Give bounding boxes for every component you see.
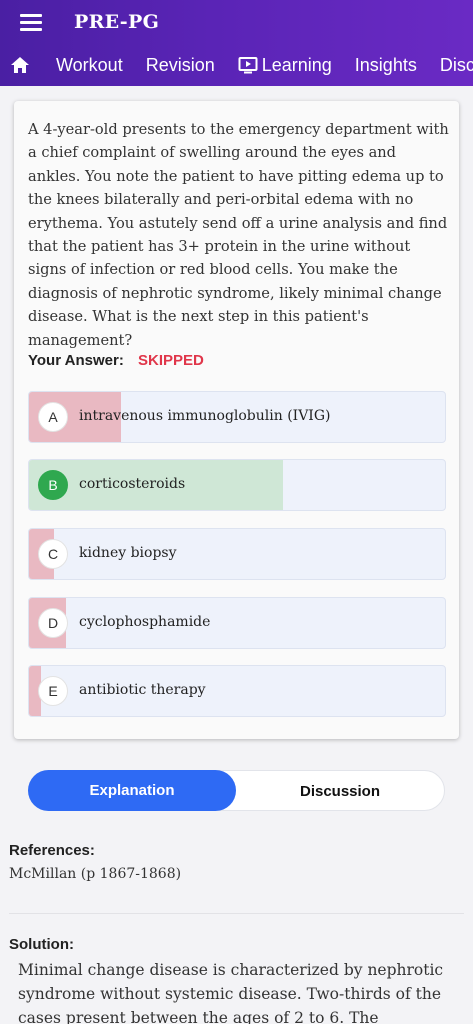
divider	[9, 913, 464, 914]
references-title: References:	[9, 842, 95, 859]
solution-text: Minimal change disease is characterized …	[18, 961, 444, 1024]
option-b-text: corticosteroids	[79, 476, 186, 492]
option-d-letter: D	[38, 608, 68, 638]
nav-insights-label: Insights	[354, 54, 417, 75]
your-answer-label: Your Answer:	[28, 352, 124, 369]
app-title: PRE-PG	[74, 11, 160, 33]
your-answer-status: SKIPPED	[138, 352, 204, 369]
option-c[interactable]: C kidney biopsy	[28, 528, 446, 580]
your-answer: Your Answer: SKIPPED	[28, 352, 204, 369]
references-text: McMillan (p 1867-1868)	[9, 866, 182, 882]
explanation-discussion-tabs: Explanation Discussion	[28, 770, 445, 811]
option-b[interactable]: B corticosteroids	[28, 459, 446, 511]
nav-learning-label: Learning	[261, 54, 332, 75]
nav-insights[interactable]: Insights	[355, 55, 417, 76]
option-b-letter: B	[38, 470, 68, 500]
tab-explanation[interactable]: Explanation	[28, 770, 236, 811]
nav-workout[interactable]: Workout	[56, 55, 123, 76]
solution-title: Solution:	[9, 936, 74, 953]
nav-learning[interactable]: Learning	[238, 55, 332, 76]
option-c-text: kidney biopsy	[79, 545, 177, 561]
menu-icon[interactable]	[20, 0, 52, 44]
nav-discussion[interactable]: Discu	[440, 55, 473, 76]
option-e[interactable]: E antibiotic therapy	[28, 665, 446, 717]
nav-revision-label: Revision	[145, 54, 215, 75]
app-header: PRE-PG Workout Revision Learning Insight…	[0, 0, 473, 86]
tab-discussion[interactable]: Discussion	[236, 771, 444, 812]
option-d[interactable]: D cyclophosphamide	[28, 597, 446, 649]
home-icon[interactable]	[10, 56, 30, 74]
option-e-text: antibiotic therapy	[79, 682, 206, 698]
nav-discussion-label: Discu	[439, 54, 473, 75]
nav-workout-label: Workout	[56, 54, 123, 75]
option-a-text: intravenous immunoglobulin (IVIG)	[79, 408, 331, 424]
question-card: A 4-year-old presents to the emergency d…	[14, 101, 459, 739]
option-c-letter: C	[38, 539, 68, 569]
option-d-text: cyclophosphamide	[79, 614, 211, 630]
option-e-letter: E	[38, 676, 68, 706]
main-nav: Workout Revision Learning Insights Discu	[0, 44, 473, 86]
nav-revision[interactable]: Revision	[146, 55, 215, 76]
option-a[interactable]: A intravenous immunoglobulin (IVIG)	[28, 391, 446, 443]
question-text: A 4-year-old presents to the emergency d…	[28, 121, 449, 349]
top-bar: PRE-PG	[0, 0, 473, 44]
option-a-letter: A	[38, 402, 68, 432]
play-icon	[238, 56, 258, 74]
